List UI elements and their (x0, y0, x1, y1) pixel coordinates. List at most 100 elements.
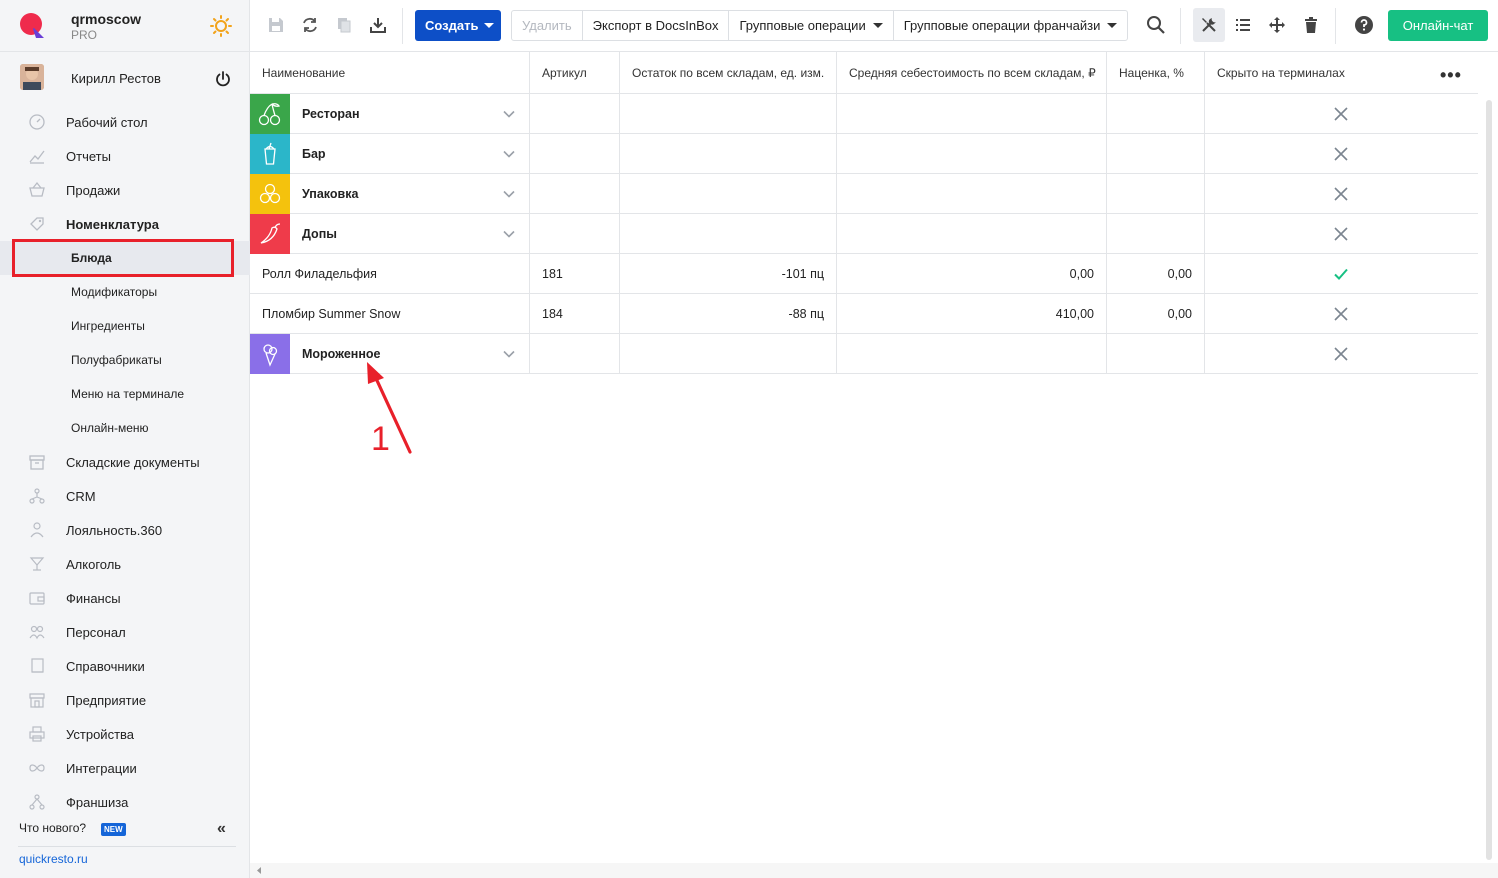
user-profile[interactable]: Кирилл Рестов (0, 56, 250, 100)
sun-icon[interactable] (210, 15, 232, 37)
category-tile (250, 94, 290, 134)
category-row[interactable]: Допы (250, 214, 1478, 254)
sub-item-modifiers[interactable]: Модификаторы (0, 275, 250, 309)
article-cell (530, 174, 620, 214)
nav-item-references[interactable]: Справочники (0, 649, 250, 683)
check-icon[interactable] (1333, 266, 1349, 282)
column-header-hidden[interactable]: Скрыто на терминалах (1205, 52, 1435, 94)
refresh-icon[interactable] (299, 14, 321, 36)
list-icon[interactable] (1232, 14, 1254, 36)
vertical-scrollbar[interactable] (1484, 94, 1494, 864)
sub-item-label: Полуфабрикаты (71, 353, 162, 367)
delete-button[interactable]: Удалить (512, 11, 583, 40)
avatar (20, 64, 44, 90)
trash-icon[interactable] (1300, 14, 1322, 36)
nav-item-devices[interactable]: Устройства (0, 717, 250, 751)
chevron-down-icon[interactable] (502, 147, 516, 161)
divider (18, 846, 236, 847)
sub-item-terminal-menu[interactable]: Меню на терминале (0, 377, 250, 411)
user-name: Кирилл Рестов (71, 71, 161, 86)
sub-item-online-menu[interactable]: Онлайн-меню (0, 411, 250, 445)
nav-item-warehouse[interactable]: Складские документы (0, 445, 250, 479)
create-button[interactable]: Создать (415, 10, 501, 41)
nav-item-loyalty[interactable]: Лояльность.360 (0, 513, 250, 547)
chevron-down-icon[interactable] (502, 347, 516, 361)
nav-item-dashboard[interactable]: Рабочий стол (0, 105, 250, 139)
collapse-sidebar-icon[interactable]: « (217, 820, 226, 838)
category-name: Бар (302, 147, 326, 161)
ice-cream-icon (257, 341, 283, 367)
close-icon[interactable] (1333, 146, 1349, 162)
column-header-cost[interactable]: Средняя себестоимость по всем складам, ₽ (837, 52, 1107, 94)
chevron-down-icon[interactable] (502, 107, 516, 121)
export-docsinbox-button[interactable]: Экспорт в DocsInBox (583, 11, 730, 40)
online-chat-button[interactable]: Онлайн-чат (1388, 10, 1488, 41)
stock-cell (620, 174, 837, 214)
scroll-left-icon[interactable] (254, 863, 264, 878)
nav-item-nomenclature[interactable]: Номенклатура (0, 207, 250, 241)
article-cell: 181 (530, 254, 620, 294)
close-icon[interactable] (1333, 346, 1349, 362)
category-row[interactable]: Бар (250, 134, 1478, 174)
whats-new-link[interactable]: Что нового? (19, 821, 86, 835)
actions-button-group: Удалить Экспорт в DocsInBox Групповые оп… (511, 10, 1129, 41)
category-row[interactable]: Ресторан (250, 94, 1478, 134)
nav-item-enterprise[interactable]: Предприятие (0, 683, 250, 717)
scrollbar-thumb[interactable] (1486, 100, 1492, 860)
column-header-article[interactable]: Артикул (530, 52, 620, 94)
column-header-name[interactable]: Наименование (250, 52, 530, 94)
table-row[interactable]: Ролл Филадельфия 181 -101 пц 0,00 0,00 (250, 254, 1478, 294)
nav-item-finance[interactable]: Финансы (0, 581, 250, 615)
nav-item-alcohol[interactable]: Алкоголь (0, 547, 250, 581)
brand-header[interactable]: qrmoscow PRO (0, 0, 250, 52)
save-icon[interactable] (265, 14, 287, 36)
store-icon (28, 691, 46, 709)
nav-item-integrations[interactable]: Интеграции (0, 751, 250, 785)
close-icon[interactable] (1333, 186, 1349, 202)
tools-icon[interactable] (1198, 14, 1220, 36)
name-cell: Бар (250, 134, 530, 174)
table-row[interactable]: Пломбир Summer Snow 184 -88 пц 410,00 0,0… (250, 294, 1478, 334)
nav-item-sales[interactable]: Продажи (0, 173, 250, 207)
cost-cell (837, 214, 1107, 254)
category-row[interactable]: Мороженное (250, 334, 1478, 374)
more-options-icon[interactable]: ••• (1440, 65, 1462, 86)
power-icon[interactable] (214, 70, 232, 88)
table-header: Наименование Артикул Остаток по всем скл… (250, 52, 1478, 94)
markup-cell (1107, 174, 1205, 214)
nav-item-franchise[interactable]: Франшиза (0, 785, 250, 819)
markup-cell (1107, 134, 1205, 174)
move-icon[interactable] (1266, 14, 1288, 36)
category-row[interactable]: Упаковка (250, 174, 1478, 214)
horizontal-scrollbar[interactable] (250, 863, 1498, 878)
nav-item-staff[interactable]: Персонал (0, 615, 250, 649)
column-header-markup[interactable]: Наценка, % (1107, 52, 1205, 94)
stock-cell (620, 94, 837, 134)
column-header-stock[interactable]: Остаток по всем складам, ед. изм. (620, 52, 837, 94)
close-icon[interactable] (1333, 106, 1349, 122)
sub-item-ingredients[interactable]: Ингредиенты (0, 309, 250, 343)
category-tile (250, 174, 290, 214)
reports-icon (28, 147, 46, 165)
hidden-on-terminals-cell (1205, 214, 1478, 254)
group-operations-franchise-button[interactable]: Групповые операции франчайзи (894, 11, 1128, 40)
wallet-icon (28, 589, 46, 607)
download-icon[interactable] (367, 14, 389, 36)
sub-item-semi-finished[interactable]: Полуфабрикаты (0, 343, 250, 377)
group-operations-franchise-label: Групповые операции франчайзи (903, 18, 1101, 33)
sub-item-label: Модификаторы (71, 285, 158, 299)
close-icon[interactable] (1333, 306, 1349, 322)
chevron-down-icon[interactable] (502, 187, 516, 201)
nav-item-label: Предприятие (66, 692, 147, 708)
copy-icon[interactable] (333, 14, 355, 36)
brand-name: qrmoscow (71, 11, 142, 27)
close-icon[interactable] (1333, 226, 1349, 242)
chevron-down-icon[interactable] (502, 227, 516, 241)
help-icon[interactable] (1353, 14, 1375, 36)
hidden-on-terminals-cell (1205, 334, 1478, 374)
nav-item-crm[interactable]: CRM (0, 479, 250, 513)
site-link[interactable]: quickresto.ru (19, 852, 88, 866)
nav-item-reports[interactable]: Отчеты (0, 139, 250, 173)
group-operations-button[interactable]: Групповые операции (729, 11, 894, 40)
search-icon[interactable] (1145, 14, 1167, 36)
